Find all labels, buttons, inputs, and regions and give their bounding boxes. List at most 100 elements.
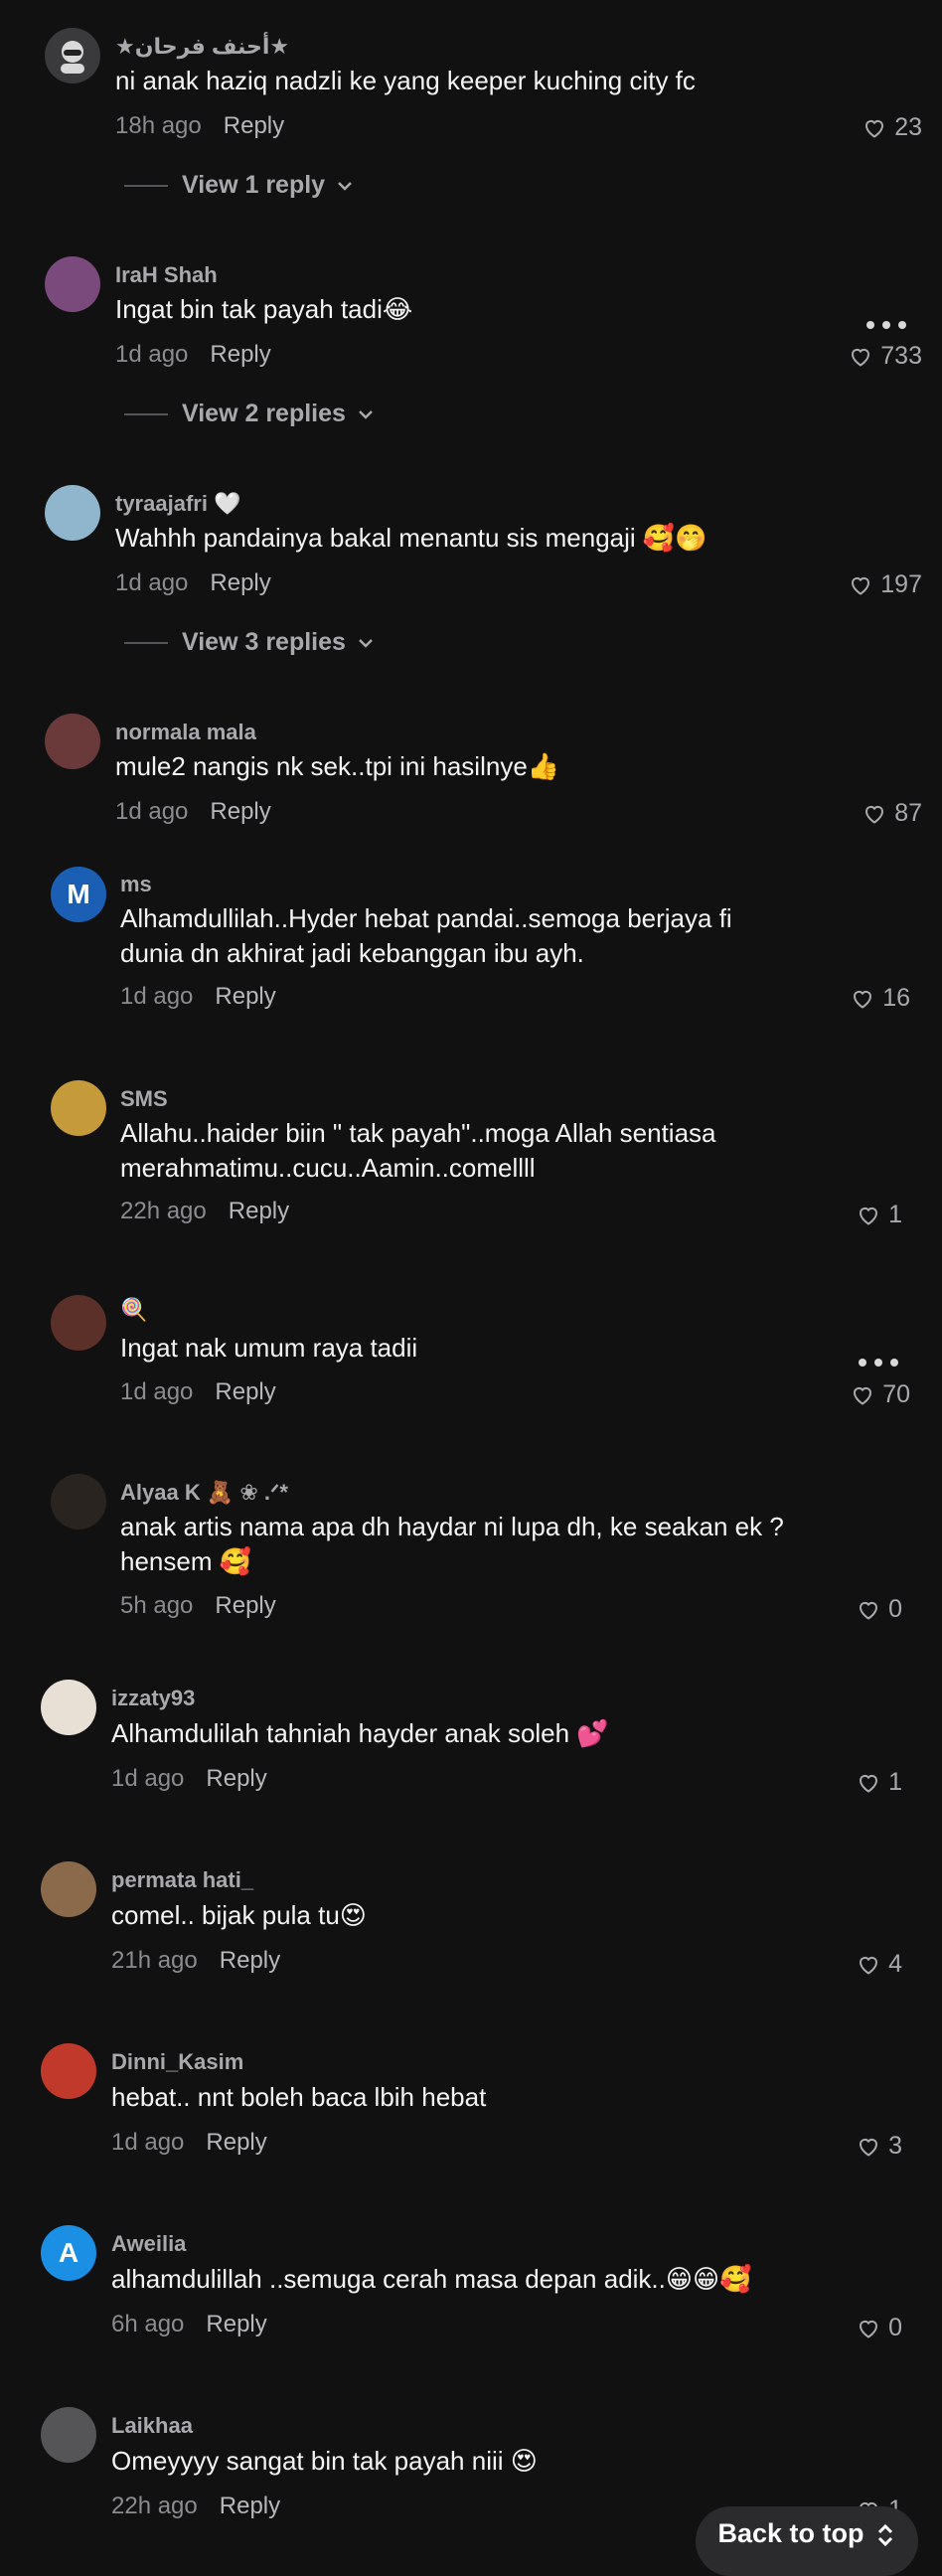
comment-text: Allahu..haider biin " tak payah"..moga A… xyxy=(120,1118,716,1183)
like-button[interactable]: 70 xyxy=(851,1380,910,1409)
like-button[interactable]: 87 xyxy=(863,799,922,828)
divider-line xyxy=(124,412,168,415)
timestamp: 22h ago xyxy=(111,2493,198,2519)
like-count: 87 xyxy=(894,799,922,827)
avatar[interactable]: M xyxy=(51,867,106,922)
like-count: 1 xyxy=(888,1768,902,1796)
comment-meta: 1d ago Reply xyxy=(115,569,271,597)
comment-text: Wahhh pandainya bakal menantu sis mengaj… xyxy=(115,523,707,553)
comment-meta: 1d ago Reply xyxy=(111,2129,267,2157)
like-button[interactable]: 1 xyxy=(857,1201,902,1229)
reply-button[interactable]: Reply xyxy=(224,112,284,139)
like-count: 16 xyxy=(882,984,910,1012)
avatar[interactable] xyxy=(41,1680,96,1735)
timestamp: 22h ago xyxy=(120,1198,207,1224)
chevron-down-icon xyxy=(359,409,373,419)
view-replies-label: View 1 reply xyxy=(182,171,326,199)
reply-button[interactable]: Reply xyxy=(210,569,270,596)
timestamp: 1d ago xyxy=(115,341,189,368)
like-button[interactable]: 4 xyxy=(857,1950,902,1979)
username[interactable]: IraH Shah xyxy=(115,262,218,288)
reply-button[interactable]: Reply xyxy=(220,1947,280,1974)
comment-meta: 18h ago Reply xyxy=(115,112,284,140)
view-replies-button[interactable]: View 3 replies xyxy=(124,628,376,657)
comment-text: Ingat bin tak payah tadi😂 xyxy=(115,294,413,324)
username[interactable]: Laikhaa xyxy=(111,2413,193,2439)
comment-meta: 1d ago Reply xyxy=(120,1378,276,1406)
reply-button[interactable]: Reply xyxy=(210,341,270,368)
reply-button[interactable]: Reply xyxy=(229,1198,289,1224)
like-count: 23 xyxy=(894,113,922,141)
like-button[interactable]: 1 xyxy=(857,1768,902,1797)
timestamp: 18h ago xyxy=(115,112,202,139)
username[interactable]: SMS xyxy=(120,1086,168,1112)
timestamp: 1d ago xyxy=(115,569,189,596)
reply-button[interactable]: Reply xyxy=(215,983,275,1010)
timestamp: 1d ago xyxy=(120,983,194,1010)
view-replies-button[interactable]: View 2 replies xyxy=(124,400,376,428)
reply-button[interactable]: Reply xyxy=(206,2311,266,2337)
heart-outline-icon xyxy=(860,1601,878,1620)
view-replies-button[interactable]: View 1 reply xyxy=(124,171,355,200)
comment-text: anak artis nama apa dh haydar ni lupa dh… xyxy=(120,1512,784,1576)
avatar[interactable] xyxy=(41,2407,96,2463)
reply-button[interactable]: Reply xyxy=(220,2493,280,2519)
view-replies-label: View 2 replies xyxy=(182,400,346,427)
like-button[interactable]: 23 xyxy=(863,113,922,142)
chevron-down-icon xyxy=(359,638,373,648)
timestamp: 1d ago xyxy=(111,2129,185,2156)
like-button[interactable]: 733 xyxy=(849,342,922,371)
avatar[interactable] xyxy=(45,256,100,312)
divider-line xyxy=(124,184,168,187)
username[interactable]: Aweilia xyxy=(111,2231,186,2257)
like-button[interactable]: 0 xyxy=(857,1595,902,1624)
avatar[interactable] xyxy=(51,1474,106,1530)
like-count: 3 xyxy=(888,2132,902,2160)
like-count: 1 xyxy=(888,1201,902,1228)
like-button[interactable]: 0 xyxy=(857,2314,902,2342)
comment-text: ni anak haziq nadzli ke yang keeper kuch… xyxy=(115,66,696,95)
avatar[interactable] xyxy=(51,1295,106,1351)
like-count: 0 xyxy=(888,1595,902,1623)
username[interactable]: Dinni_Kasim xyxy=(111,2049,243,2075)
avatar[interactable]: A xyxy=(41,2225,96,2281)
username[interactable]: normala mala xyxy=(115,720,256,745)
timestamp: 6h ago xyxy=(111,2311,185,2337)
like-count: 4 xyxy=(888,1950,902,1978)
username[interactable]: 🍭 xyxy=(120,1297,147,1323)
heart-outline-icon xyxy=(865,805,884,824)
username[interactable]: tyraajafri 🤍 xyxy=(115,491,240,517)
username[interactable]: permata hati_ xyxy=(111,1867,253,1893)
heart-outline-icon xyxy=(854,990,872,1009)
username[interactable]: ★أحنف فرحان★ xyxy=(115,34,289,60)
username[interactable]: izzaty93 xyxy=(111,1686,195,1711)
more-dots-icon[interactable] xyxy=(866,318,906,332)
avatar[interactable] xyxy=(41,1861,96,1917)
reply-button[interactable]: Reply xyxy=(215,1592,275,1619)
comment-meta: 6h ago Reply xyxy=(111,2311,267,2338)
heart-outline-icon xyxy=(852,576,870,595)
more-dots-icon[interactable] xyxy=(859,1356,898,1369)
like-button[interactable]: 16 xyxy=(851,984,910,1013)
avatar[interactable] xyxy=(45,714,100,769)
back-to-top-button[interactable]: Back to top xyxy=(696,2506,918,2576)
comment-meta: 1d ago Reply xyxy=(115,341,271,369)
comment-meta: 21h ago Reply xyxy=(111,1947,280,1975)
like-count: 0 xyxy=(888,2314,902,2341)
reply-button[interactable]: Reply xyxy=(215,1378,275,1405)
comment-text: mule2 nangis nk sek..tpi ini hasilnye👍 xyxy=(115,751,560,781)
username[interactable]: ms xyxy=(120,872,152,897)
comment-text: Alhamdulilah tahniah hayder anak soleh 💕 xyxy=(111,1718,609,1748)
avatar[interactable] xyxy=(51,1080,106,1136)
timestamp: 21h ago xyxy=(111,1947,198,1974)
avatar[interactable] xyxy=(41,2043,96,2099)
reply-button[interactable]: Reply xyxy=(206,2129,266,2156)
reply-button[interactable]: Reply xyxy=(206,1765,266,1792)
avatar[interactable] xyxy=(45,28,100,83)
like-button[interactable]: 3 xyxy=(857,2132,902,2161)
like-button[interactable]: 197 xyxy=(849,570,922,599)
reply-button[interactable]: Reply xyxy=(210,798,270,825)
avatar[interactable] xyxy=(45,485,100,541)
username[interactable]: Alyaa K 🧸 ❀ .ᐟ* xyxy=(120,1480,288,1506)
comment-meta: 22h ago Reply xyxy=(120,1198,289,1225)
